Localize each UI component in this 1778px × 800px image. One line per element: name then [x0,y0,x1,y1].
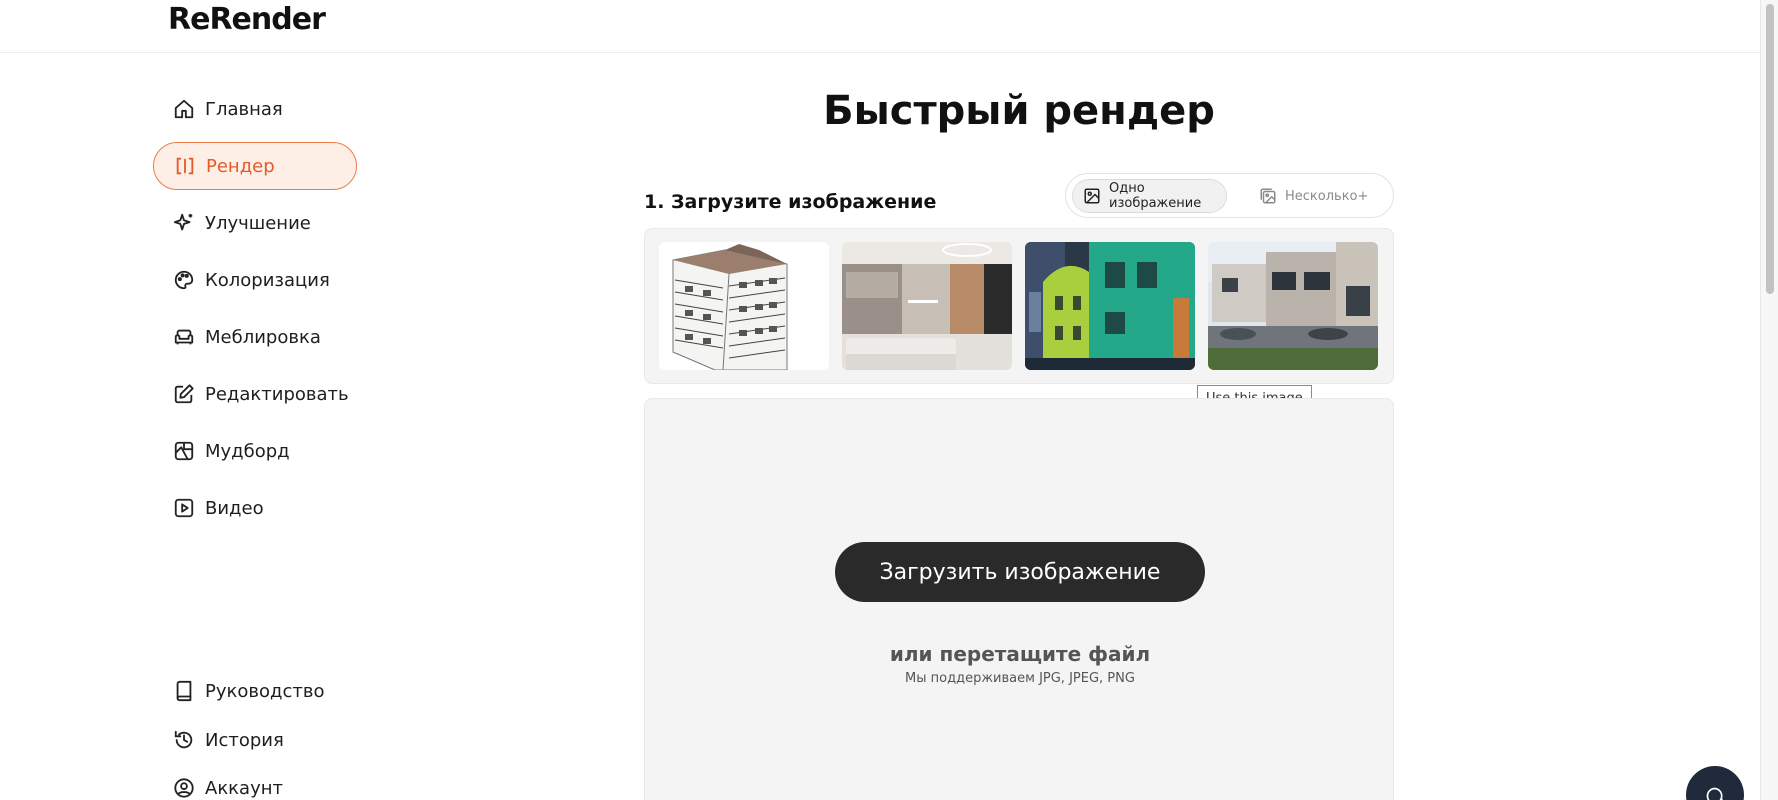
main-content: Быстрый рендер 1. Загрузите изображение … [644,0,1394,800]
single-image-option[interactable]: Одно изображение [1072,179,1227,213]
sample-image-2[interactable] [842,242,1012,370]
sample-images [644,228,1394,384]
book-icon [173,680,195,702]
upload-dropzone[interactable]: Загрузить изображение или перетащите фай… [644,398,1394,800]
sample-image-3[interactable] [1025,242,1195,370]
sample-image-4[interactable] [1208,242,1378,370]
sidebar-item-label: Руководство [205,680,325,702]
render-icon [174,155,196,177]
sidebar-item-label: Колоризация [205,269,330,291]
sidebar-item-label: Главная [205,98,283,120]
edit-icon [173,383,195,405]
sidebar-item-label: Мудборд [205,440,290,462]
image-icon [1083,187,1101,205]
supported-formats-text: Мы поддерживаем JPG, JPEG, PNG [905,671,1135,686]
sidebar-item-label: Редактировать [205,383,349,405]
page-scrollbar[interactable] [1760,0,1778,800]
sidebar-item-enhance[interactable]: Улучшение [153,199,357,247]
sidebar-item-label: Видео [205,497,264,519]
sidebar-item-colorize[interactable]: Колоризация [153,256,357,304]
sidebar-item-home[interactable]: Главная [153,85,357,133]
single-image-label: Одно изображение [1109,181,1202,211]
images-icon [1259,187,1277,205]
sidebar-item-label: Аккаунт [205,777,283,799]
sparkle-icon [173,212,195,234]
sample-image-1[interactable] [659,242,829,370]
sidebar-item-furnish[interactable]: Меблировка [153,313,357,361]
history-icon [173,729,195,751]
sidebar-item-account[interactable]: Аккаунт [153,764,357,800]
sidebar-item-video[interactable]: Видео [153,484,357,532]
sidebar-item-label: История [205,729,284,751]
moodboard-icon [173,440,195,462]
video-icon [173,497,195,519]
account-icon [173,777,195,799]
sidebar-item-label: Меблировка [205,326,321,348]
section-title: 1. Загрузите изображение [644,191,937,213]
upload-image-button[interactable]: Загрузить изображение [835,542,1205,602]
sofa-icon [173,326,195,348]
image-mode-toggle: Одно изображение Несколько+ [1065,173,1394,218]
sidebar-item-moodboard[interactable]: Мудборд [153,427,357,475]
chat-icon [1706,787,1723,800]
sidebar-item-label: Улучшение [205,212,311,234]
drag-drop-hint: или перетащите файл [889,642,1151,666]
sidebar-item-history[interactable]: История [153,716,357,764]
home-icon [173,98,195,120]
sidebar-item-label: Рендер [206,155,275,177]
sidebar-item-render[interactable]: Рендер [153,142,357,190]
multiple-images-option[interactable]: Несколько+ [1249,179,1389,213]
multiple-images-label: Несколько+ [1285,188,1369,204]
scrollbar-thumb[interactable] [1766,4,1774,294]
sidebar-item-edit[interactable]: Редактировать [153,370,357,418]
chat-button[interactable] [1686,766,1744,800]
palette-icon [173,269,195,291]
page-title: Быстрый рендер [823,88,1215,134]
sidebar: Главная Рендер Улучшение Колоризация Меб… [153,0,360,800]
sidebar-item-guide[interactable]: Руководство [153,667,357,715]
